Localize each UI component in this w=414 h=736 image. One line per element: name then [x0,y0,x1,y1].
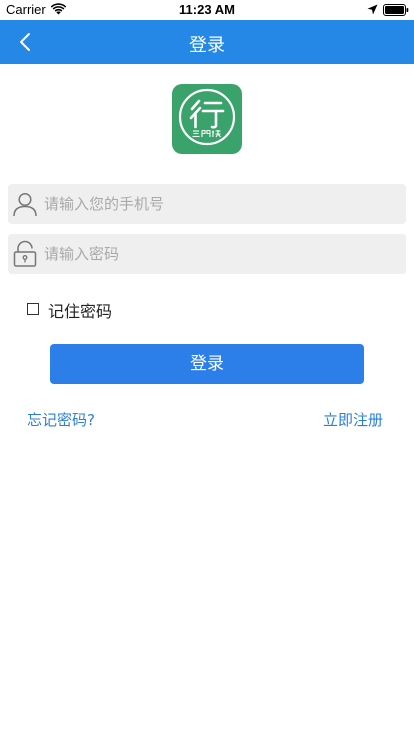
battery-icon [383,4,409,16]
status-bar: Carrier 11:23 AM [0,0,414,20]
clock: 11:23 AM [179,2,235,17]
register-link[interactable]: 立即注册 [323,409,383,430]
navigation-bar: 登录 [0,20,414,64]
location-icon [367,4,378,15]
password-field[interactable] [8,234,406,274]
lock-icon [13,240,37,267]
remember-checkbox[interactable] [27,303,39,315]
login-button[interactable]: 登录 [50,344,364,384]
remember-label: 记住密码 [48,302,113,321]
app-logo [172,84,242,154]
login-screen: Carrier 11:23 AM 登录 请输入您的手机号 记住密码 登录 忘记密… [0,0,414,736]
user-icon [13,192,37,217]
forgot-password-link[interactable]: 忘记密码? [27,409,95,430]
phone-input[interactable] [44,184,400,224]
password-input[interactable] [44,234,400,274]
page-title: 登录 [189,35,225,56]
remember-password-toggle[interactable]: 记住密码 [27,298,167,321]
phone-field[interactable] [8,184,406,224]
